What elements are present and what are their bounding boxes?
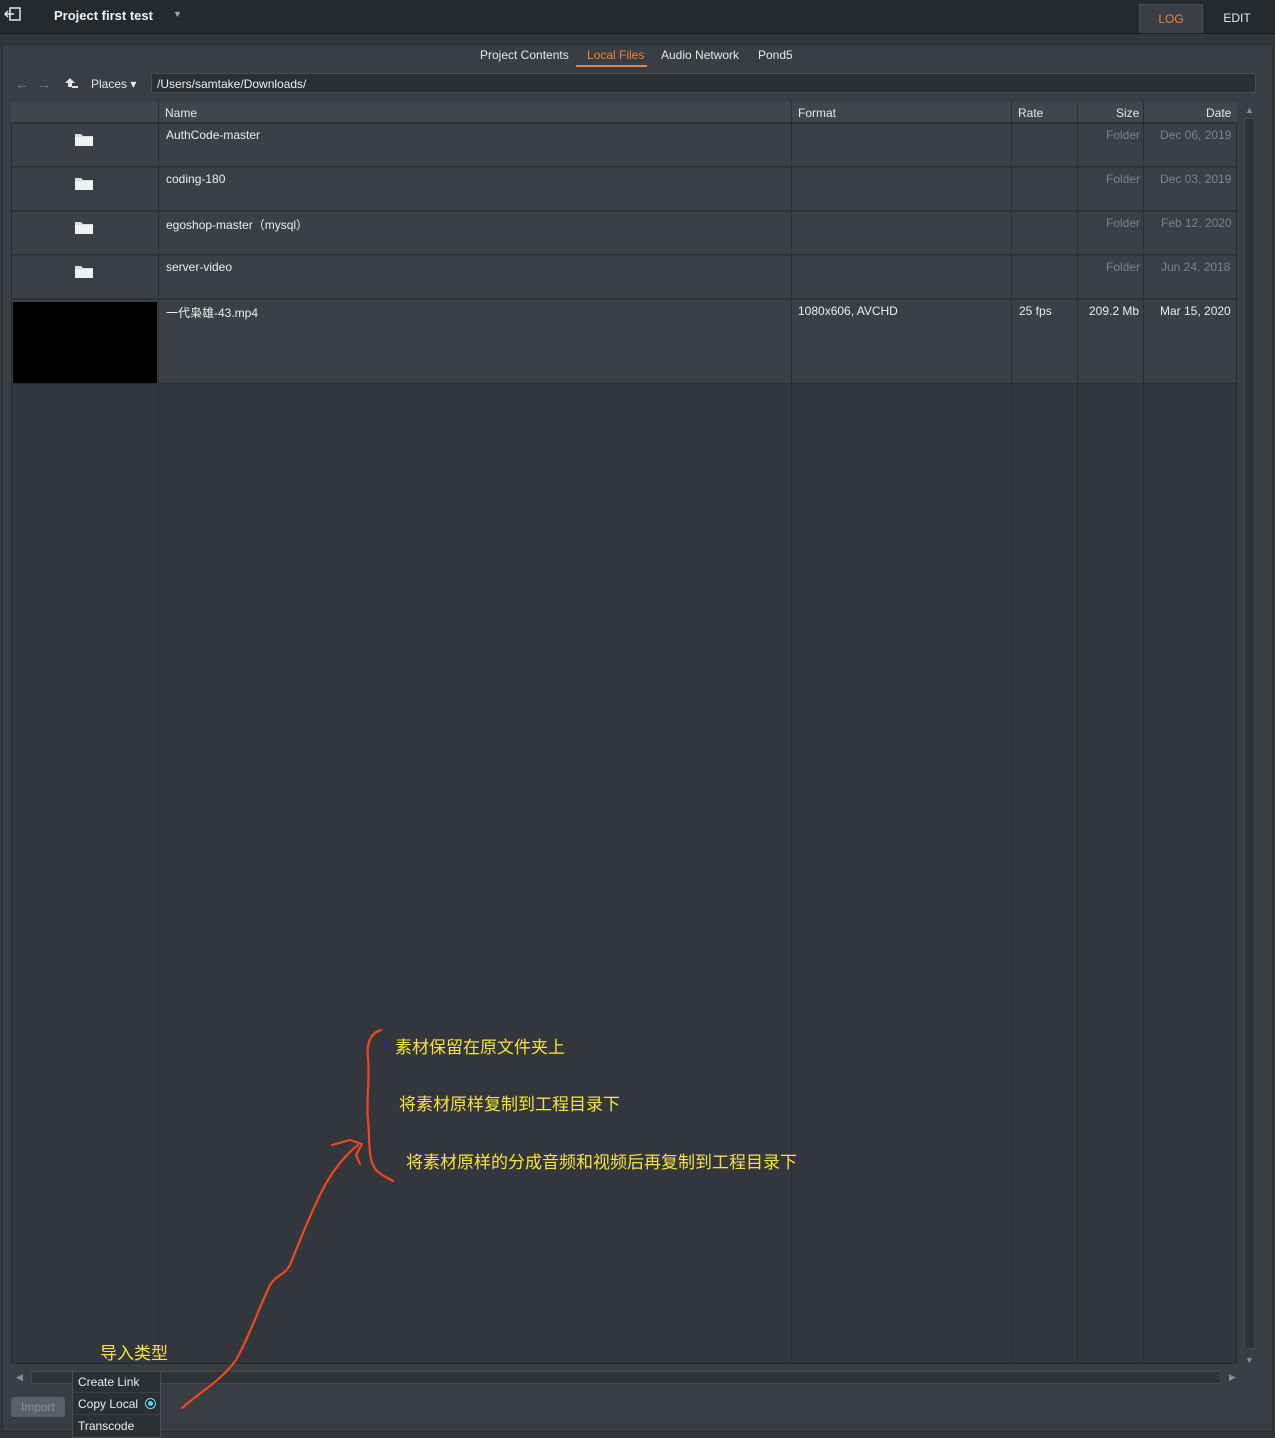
file-size: Folder — [1106, 260, 1141, 274]
column-divider — [1077, 102, 1078, 1364]
file-name: coding-180 — [166, 172, 226, 186]
vertical-scrollbar[interactable] — [1244, 118, 1255, 1349]
file-name: 一代枭雄-43.mp4 — [166, 306, 259, 320]
horizontal-scrollbar[interactable] — [31, 1371, 1221, 1384]
file-date: Mar 15, 2020 — [1160, 304, 1231, 318]
import-button[interactable]: Import — [11, 1397, 65, 1417]
tab-project-contents[interactable]: Project Contents — [480, 48, 569, 62]
tab-edit[interactable]: EDIT — [1205, 4, 1269, 33]
back-arrow-icon[interactable]: ← — [15, 76, 29, 92]
annotation-transcode: 将素材原样的分成音频和视频后再复制到工程目录下 — [406, 1153, 797, 1172]
annotation-import-type: 导入类型 — [100, 1344, 168, 1363]
folder-icon — [75, 222, 93, 234]
file-size: 209.2 Mb — [1089, 304, 1140, 318]
path-field[interactable] — [151, 73, 1256, 93]
tab-log[interactable]: LOG — [1139, 4, 1203, 33]
parent-folder-icon[interactable] — [63, 76, 79, 90]
column-rate[interactable]: Rate — [1018, 106, 1043, 120]
folder-icon — [75, 266, 93, 278]
radio-dot — [148, 1401, 153, 1406]
folder-icon — [75, 134, 93, 146]
scroll-left-arrow-icon[interactable]: ◀ — [16, 1372, 23, 1383]
menu-item-copy-local[interactable]: Copy Local — [78, 1397, 138, 1411]
active-tab-indicator — [576, 65, 647, 67]
scroll-down-arrow-icon[interactable]: ▼ — [1245, 1355, 1254, 1365]
scroll-right-arrow-icon[interactable]: ▶ — [1229, 1372, 1236, 1383]
path-text: /Users/samtake/Downloads/ — [157, 77, 307, 91]
column-divider — [791, 102, 792, 1364]
column-divider — [1011, 102, 1012, 1364]
file-format: 1080x606, AVCHD — [798, 304, 898, 318]
file-date: Dec 03, 2019 — [1160, 172, 1232, 186]
exit-project-icon[interactable] — [2, 4, 24, 26]
file-date: Dec 06, 2019 — [1160, 128, 1232, 142]
column-divider — [1143, 102, 1144, 1364]
video-thumbnail — [13, 302, 157, 383]
tab-local-files[interactable]: Local Files — [587, 48, 644, 62]
column-divider — [158, 102, 159, 1364]
column-size[interactable]: Size — [1116, 106, 1139, 120]
scroll-up-arrow-icon[interactable]: ▲ — [1245, 105, 1254, 115]
file-size: Folder — [1106, 216, 1141, 230]
project-dropdown-icon[interactable]: ▼ — [173, 9, 182, 19]
annotation-create-link: 素材保留在原文件夹上 — [395, 1038, 565, 1057]
file-name: egoshop-master（mysql） — [166, 218, 309, 232]
column-date[interactable]: Date — [1206, 106, 1231, 120]
file-size: Folder — [1106, 172, 1141, 186]
tab-pond5[interactable]: Pond5 — [758, 48, 793, 62]
folder-icon — [75, 178, 93, 190]
places-dropdown[interactable]: Places ▾ — [91, 77, 136, 91]
menu-divider — [73, 1414, 160, 1415]
tab-audio-network[interactable]: Audio Network — [661, 48, 739, 62]
file-name: AuthCode-master — [166, 128, 261, 142]
menu-divider — [73, 1392, 160, 1393]
top-bar — [0, 0, 1275, 34]
file-size: Folder — [1106, 128, 1141, 142]
file-name: server-video — [166, 260, 233, 274]
annotation-copy-local: 将素材原样复制到工程目录下 — [399, 1095, 620, 1114]
column-format[interactable]: Format — [798, 106, 836, 120]
column-name[interactable]: Name — [165, 106, 197, 120]
menu-item-transcode[interactable]: Transcode — [78, 1419, 134, 1433]
project-title[interactable]: Project first test — [54, 8, 153, 23]
forward-arrow-icon[interactable]: → — [37, 76, 51, 92]
menu-item-create-link[interactable]: Create Link — [78, 1375, 139, 1389]
file-date: Feb 12, 2020 — [1161, 216, 1232, 230]
file-date: Jun 24, 2018 — [1161, 260, 1231, 274]
file-rate: 25 fps — [1019, 304, 1052, 318]
